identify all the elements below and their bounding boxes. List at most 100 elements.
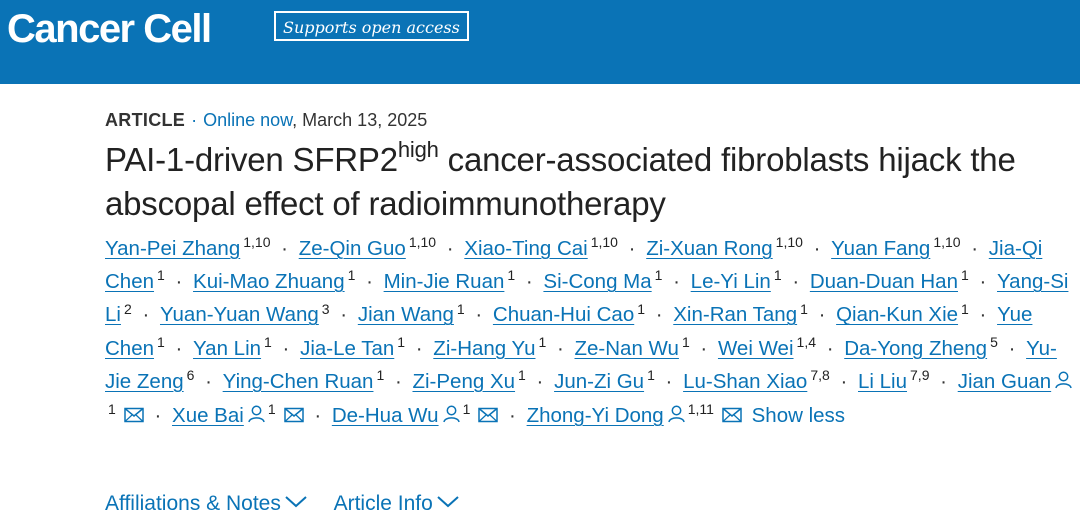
- affiliation-number[interactable]: 1: [647, 367, 655, 383]
- author-item: Jia-Le Tan 1 ·: [300, 334, 433, 360]
- affiliation-number[interactable]: 1: [538, 334, 546, 350]
- author-name-link[interactable]: Kui-Mao Zhuang: [193, 270, 345, 293]
- author-separator: ·: [275, 237, 294, 260]
- author-name-link[interactable]: Si-Cong Ma: [543, 270, 651, 293]
- online-now-link[interactable]: Online now: [203, 110, 292, 130]
- author-name-link[interactable]: Jian Guan: [958, 370, 1051, 393]
- author-separator: ·: [503, 404, 522, 428]
- affiliation-number[interactable]: 1,10: [409, 234, 436, 250]
- affiliation-number[interactable]: 1,11: [688, 401, 714, 417]
- author-name-link[interactable]: Yan Lin: [193, 337, 261, 360]
- affiliation-number[interactable]: 1: [961, 267, 969, 283]
- affiliation-number[interactable]: 1: [268, 401, 276, 417]
- person-icon[interactable]: [1055, 366, 1072, 399]
- affiliation-number[interactable]: 1: [457, 301, 465, 317]
- author-separator: ·: [786, 270, 805, 294]
- affiliation-number[interactable]: 1: [518, 367, 526, 383]
- author-item: Ze-Nan Wu 1 ·: [575, 334, 718, 360]
- person-icon[interactable]: [442, 400, 460, 433]
- author-name-link[interactable]: Min-Jie Ruan: [384, 270, 505, 293]
- author-name-link[interactable]: Wei Wei: [718, 337, 794, 360]
- author-separator: ·: [169, 270, 189, 294]
- affiliation-number[interactable]: 1,10: [243, 234, 270, 250]
- affiliation-number[interactable]: 5: [990, 334, 998, 350]
- affiliation-number[interactable]: 1: [637, 301, 645, 317]
- affiliation-number[interactable]: 1: [157, 267, 165, 283]
- author-name-link[interactable]: Chuan-Hui Cao: [493, 303, 634, 326]
- author-name-link[interactable]: Lu-Shan Xiao: [683, 370, 807, 393]
- author-name-link[interactable]: Yuan-Yuan Wang: [160, 303, 319, 326]
- author-name-link[interactable]: Ying-Chen Ruan: [223, 370, 374, 393]
- author-name-link[interactable]: Jia-Le Tan: [300, 337, 394, 360]
- author-name-link[interactable]: Zi-Xuan Rong: [646, 237, 772, 260]
- chevron-down-icon: [285, 496, 307, 508]
- affiliation-number[interactable]: 1: [463, 401, 471, 417]
- author-separator: ·: [622, 237, 642, 260]
- affiliation-number[interactable]: 1: [774, 267, 782, 283]
- person-icon[interactable]: [667, 400, 685, 433]
- author-separator: ·: [530, 369, 550, 393]
- author-name-link[interactable]: Yan-Pei Zhang: [105, 237, 240, 260]
- meta-separator: ·: [191, 110, 198, 130]
- author-name-link[interactable]: Xin-Ran Tang: [673, 303, 797, 326]
- person-icon[interactable]: [248, 400, 265, 433]
- author-item: Duan-Duan Han 1 ·: [810, 267, 997, 293]
- author-name-link[interactable]: Jian Wang: [358, 303, 454, 326]
- affiliation-number[interactable]: 3: [322, 301, 330, 317]
- affiliation-number[interactable]: 1: [397, 334, 405, 350]
- author-name-link[interactable]: Zi-Hang Yu: [433, 337, 535, 360]
- author-name-link[interactable]: Yuan Fang: [831, 237, 930, 260]
- author-name-link[interactable]: De-Hua Wu: [332, 404, 439, 427]
- author-name-link[interactable]: Da-Yong Zheng: [844, 337, 987, 360]
- author-separator: ·: [360, 270, 379, 294]
- affiliation-number[interactable]: 1,10: [591, 234, 618, 250]
- author-item: Wei Wei 1,4 ·: [718, 334, 844, 360]
- author-name-link[interactable]: Xiao-Ting Cai: [464, 237, 587, 260]
- author-name-link[interactable]: Duan-Duan Han: [810, 270, 958, 293]
- author-name-link[interactable]: Ze-Nan Wu: [575, 337, 679, 360]
- affiliation-number[interactable]: 1: [108, 401, 116, 417]
- open-access-badge[interactable]: Supports open access: [274, 11, 469, 41]
- affiliation-number[interactable]: 1: [682, 334, 690, 350]
- affiliation-number[interactable]: 1: [264, 334, 272, 350]
- affiliation-number[interactable]: 1: [961, 301, 969, 317]
- author-name-link[interactable]: Li Liu: [858, 370, 907, 393]
- article-info-toggle[interactable]: Article Info: [334, 492, 459, 515]
- author-name-link[interactable]: Le-Yi Lin: [691, 270, 771, 293]
- affiliation-number[interactable]: 1: [348, 267, 356, 283]
- affiliation-number[interactable]: 2: [124, 301, 132, 317]
- email-icon[interactable]: [283, 400, 304, 433]
- email-icon[interactable]: [124, 400, 144, 433]
- article-header: ARTICLE · Online now, March 13, 2025 PAI-1…: [105, 108, 1075, 433]
- affiliations-notes-toggle[interactable]: Affiliations & Notes: [105, 492, 307, 515]
- author-name-link[interactable]: Qian-Kun Xie: [836, 303, 958, 326]
- affiliation-number[interactable]: 1: [376, 367, 384, 383]
- affiliation-number[interactable]: 7,9: [910, 367, 929, 383]
- affiliation-number[interactable]: 1,10: [776, 234, 803, 250]
- author-name-link[interactable]: Ze-Qin Guo: [299, 237, 406, 260]
- author-name-link[interactable]: Zhong-Yi Dong: [527, 404, 664, 427]
- author-separator: ·: [973, 303, 993, 327]
- author-separator: ·: [334, 303, 353, 327]
- affiliation-number[interactable]: 6: [187, 367, 195, 383]
- author-name-link[interactable]: Zi-Peng Xu: [412, 370, 515, 393]
- affiliation-number[interactable]: 1,10: [933, 234, 960, 250]
- email-icon[interactable]: [722, 400, 742, 433]
- affiliation-number[interactable]: 1,4: [797, 334, 816, 350]
- affiliation-number[interactable]: 1: [655, 267, 663, 283]
- show-less-button[interactable]: Show less: [752, 404, 845, 427]
- author-name-link[interactable]: Xue Bai: [172, 404, 244, 427]
- author-name-link[interactable]: Jun-Zi Gu: [554, 370, 644, 393]
- author-separator: ·: [148, 404, 168, 428]
- email-icon[interactable]: [478, 400, 499, 433]
- author-item: Jian Wang 1 ·: [358, 301, 493, 327]
- author-separator: ·: [821, 336, 840, 360]
- journal-logo[interactable]: Cancer Cell: [7, 5, 212, 53]
- affiliation-number[interactable]: 1: [507, 267, 515, 283]
- author-separator: ·: [169, 336, 189, 360]
- author-item: Ze-Qin Guo 1,10 ·: [299, 234, 465, 260]
- affiliation-number[interactable]: 1: [800, 301, 808, 317]
- author-separator: ·: [934, 369, 953, 393]
- affiliation-number[interactable]: 7,8: [810, 367, 829, 383]
- affiliation-number[interactable]: 1: [157, 334, 165, 350]
